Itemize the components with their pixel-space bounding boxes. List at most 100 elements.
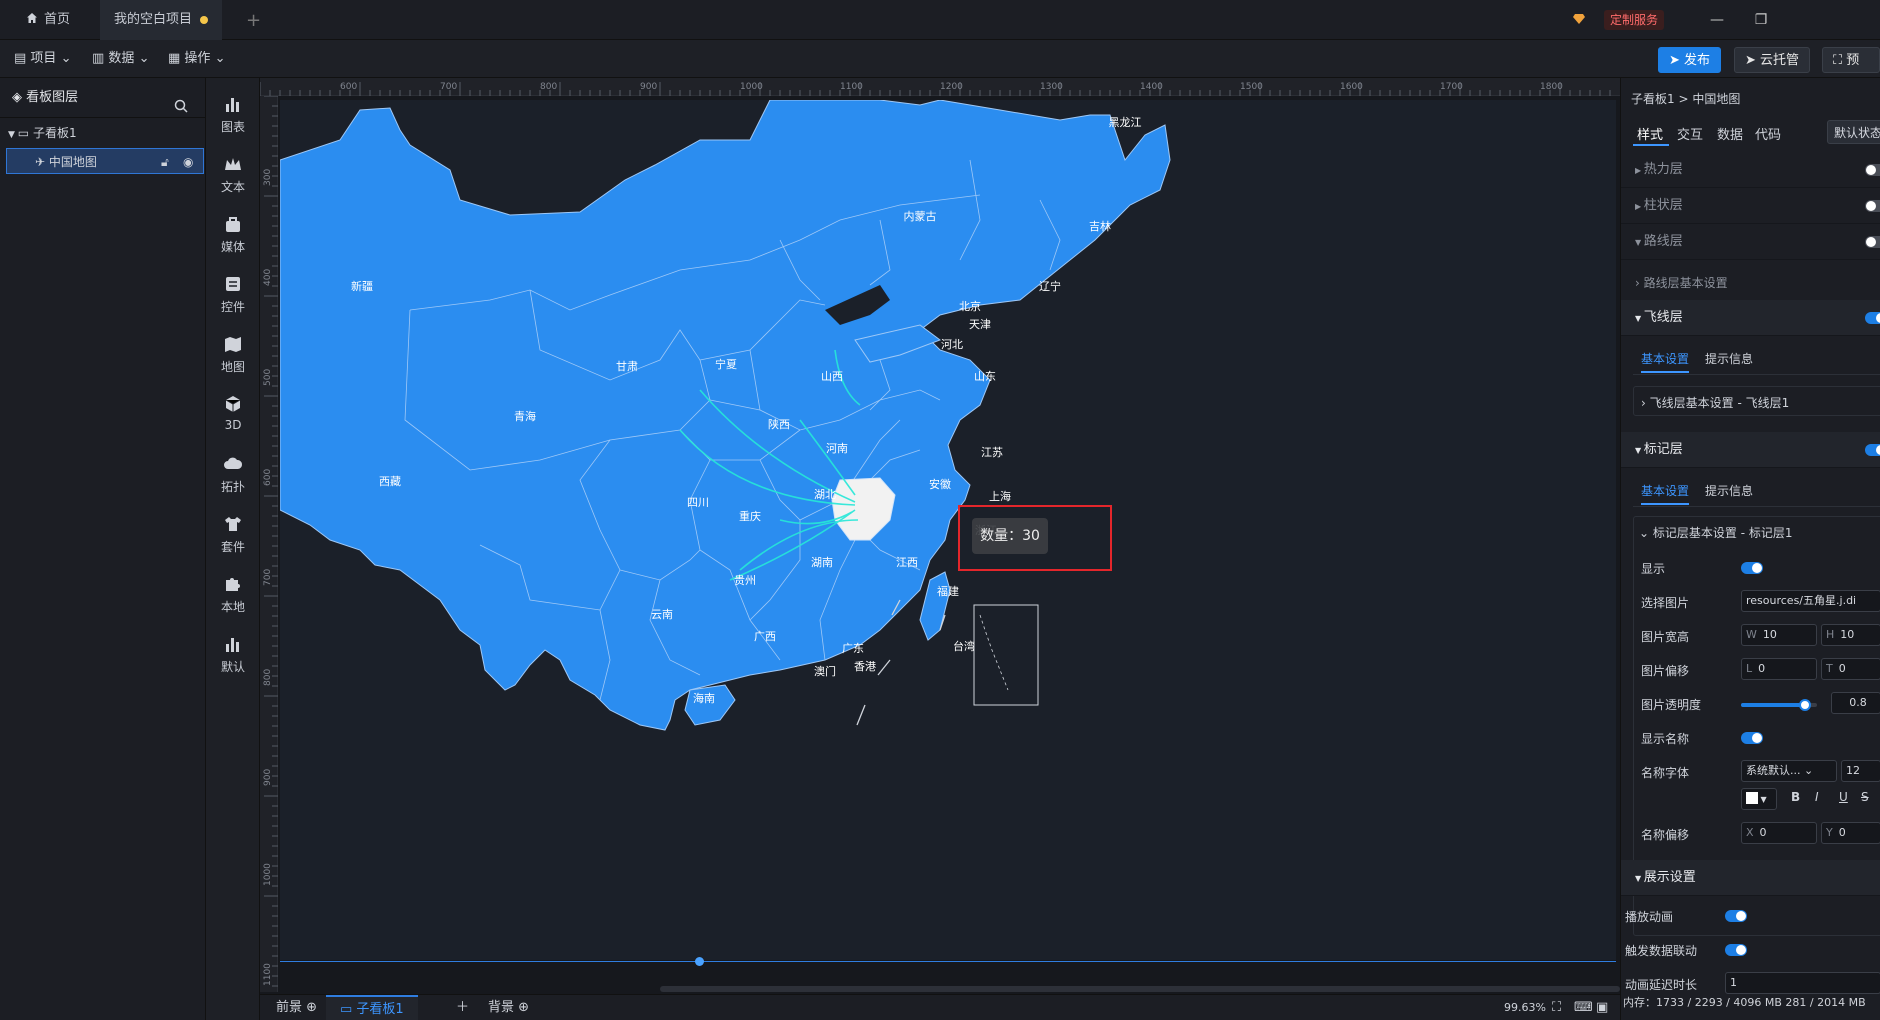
custom-service-button[interactable]: 定制服务 [1603, 10, 1664, 30]
publish-button[interactable]: ➤ 发布 [1658, 47, 1722, 73]
minimize-icon[interactable]: — [1704, 8, 1730, 32]
board-canvas[interactable]: 黑龙江 内蒙古 吉林 辽宁 新疆 北京 天津 河北 甘肃 宁夏 山西 山东 青海 陕西 河南 江苏 西藏 安徽 四川… [280, 100, 1616, 960]
comp-media[interactable]: 媒体 [206, 208, 260, 266]
add-board-icon[interactable]: ＋ [456, 995, 469, 1020]
china-map[interactable]: 黑龙江内蒙古吉林辽宁 新疆北京天津河北甘肃 宁夏山西 山东青海陕西河南 江苏西藏 安徽四川… [280, 100, 1616, 960]
state-button[interactable]: 默认状态 [1827, 120, 1880, 144]
taiwan-island [919, 571, 951, 641]
bold-icon[interactable]: B [1791, 790, 1800, 804]
keyboard-icon[interactable]: ⌨ [1574, 995, 1593, 1020]
width-input[interactable]: W 10 [1741, 624, 1817, 646]
add-circle-icon[interactable]: ⊕ [514, 1000, 529, 1015]
bar-toggle[interactable] [1865, 200, 1880, 212]
fit-screen-icon[interactable]: ⛶ [1552, 995, 1561, 1020]
cloud-host-button[interactable]: ➤ 云托管 [1734, 47, 1811, 73]
marker-subtab-tooltip[interactable]: 提示信息 [1705, 482, 1753, 499]
cube-icon [225, 396, 241, 412]
fly-basic-row[interactable]: › 飞线层基本设置 - 飞线层1 [1641, 394, 1789, 411]
section-route[interactable]: ▼ 路线层 [1621, 224, 1880, 260]
font-color-picker[interactable]: ▼ [1741, 788, 1777, 810]
comp-kit[interactable]: 套件 [206, 508, 260, 566]
trigger-link-toggle[interactable] [1725, 944, 1747, 956]
opacity-input[interactable]: 0.8 [1831, 692, 1880, 714]
province-label: 吉林 [1089, 219, 1111, 233]
province-label: 青海 [514, 409, 536, 423]
route-basic-row[interactable]: › 路线层基本设置 [1635, 274, 1728, 291]
timeline-knob[interactable] [695, 957, 704, 966]
tab-interaction[interactable]: 交互 [1677, 124, 1703, 143]
lock-icon[interactable]: 🔓︎ [161, 149, 169, 175]
offset-t-input[interactable]: T0 [1821, 658, 1880, 680]
layer-item-board[interactable]: ▼ ▭ 子看板1 [0, 120, 206, 146]
add-tab-icon[interactable]: + [246, 10, 261, 31]
ruler-top: 600 700 800 900 1000 1100 1200 1300 1400 1500 1600… [259, 78, 1620, 96]
tab-style[interactable]: 样式 [1637, 124, 1663, 143]
fly-toggle[interactable] [1865, 312, 1880, 324]
section-bar[interactable]: ▶ 柱状层 [1621, 188, 1880, 224]
show-toggle[interactable] [1741, 562, 1763, 574]
terminal-icon[interactable]: ▣ [1596, 995, 1608, 1020]
menu-project[interactable]: ▤ 项目 ⌄ [14, 40, 71, 78]
main-toolbar: ▤ 项目 ⌄ ▥ 数据 ⌄ ▦ 操作 ⌄ ➤ 发布 ➤ 云托管 ⛶ 预览 [0, 40, 1880, 94]
layer-item-china-map[interactable]: ✈ 中国地图 🔓︎ ◉ [6, 148, 204, 174]
tab-board[interactable]: ▭ 子看板1 [326, 995, 418, 1020]
search-icon[interactable] [174, 90, 188, 113]
image-select[interactable]: resources/五角星.j.di [1741, 590, 1880, 612]
province-label: 广东 [842, 642, 864, 655]
name-offset-x-input[interactable]: X0 [1741, 822, 1817, 844]
marker-toggle[interactable] [1865, 444, 1880, 456]
tab-background[interactable]: 背景 ⊕ [488, 995, 529, 1020]
horizontal-scrollbar[interactable] [660, 986, 1620, 992]
delay-input[interactable]: 1 [1725, 972, 1880, 994]
route-toggle[interactable] [1865, 236, 1880, 248]
tab-project[interactable]: 我的空白项目 [100, 0, 223, 40]
tab-data[interactable]: 数据 [1717, 124, 1743, 143]
marker-subtab-basic[interactable]: 基本设置 [1641, 482, 1690, 505]
caret-right-icon: ▶ [1635, 202, 1644, 211]
comp-control[interactable]: 控件 [206, 268, 260, 326]
add-circle-icon[interactable]: ⊕ [302, 1000, 317, 1015]
component-sidebar: 图表 文本 媒体 控件 地图 3D 拓扑 套件 本地 默认 [206, 78, 260, 1020]
province-label: 香港 [854, 660, 876, 673]
province-label: 山西 [821, 370, 843, 383]
italic-icon[interactable]: I [1815, 790, 1819, 804]
name-offset-y-input[interactable]: Y0 [1821, 822, 1880, 844]
marker-basic-row[interactable]: ⌄ 标记层基本设置 - 标记层1 [1639, 524, 1792, 541]
section-heat[interactable]: ▶ 热力层 [1621, 152, 1880, 188]
menu-data[interactable]: ▥ 数据 ⌄ [92, 40, 149, 78]
heat-toggle[interactable] [1865, 164, 1880, 176]
ruler-top-label: 1400 [1140, 82, 1163, 92]
play-anim-toggle[interactable] [1725, 910, 1747, 922]
eye-icon[interactable]: ◉ [183, 149, 193, 175]
comp-3d[interactable]: 3D [206, 388, 260, 446]
menu-operation[interactable]: ▦ 操作 ⌄ [168, 40, 225, 78]
maximize-icon[interactable]: ❐ [1748, 8, 1774, 32]
comp-topology[interactable]: 拓扑 [206, 448, 260, 506]
fly-subtab-tooltip[interactable]: 提示信息 [1705, 350, 1753, 367]
tab-project-label: 我的空白项目 [114, 12, 193, 27]
tab-home[interactable]: 首页 [12, 0, 84, 40]
comp-map[interactable]: 地图 [206, 328, 260, 386]
comp-text[interactable]: 文本 [206, 148, 260, 206]
opacity-slider-knob[interactable] [1799, 699, 1811, 711]
color-swatch [1746, 792, 1758, 804]
strikethrough-icon[interactable]: S [1861, 790, 1869, 804]
offset-l-input[interactable]: L0 [1741, 658, 1817, 680]
section-marker[interactable]: ▼ 标记层 [1621, 432, 1880, 468]
zoom-level[interactable]: 99.63% [1504, 995, 1546, 1020]
comp-default[interactable]: 默认 [206, 628, 260, 686]
section-display[interactable]: ▼ 展示设置 [1621, 860, 1880, 896]
font-select[interactable]: 系统默认... ⌄ [1741, 760, 1837, 782]
height-input[interactable]: H 10 [1821, 624, 1880, 646]
underline-icon[interactable]: U [1839, 790, 1848, 804]
comp-chart[interactable]: 图表 [206, 88, 260, 146]
fly-subtab-basic[interactable]: 基本设置 [1641, 350, 1690, 373]
tab-foreground[interactable]: 前景 ⊕ [276, 995, 317, 1020]
preview-button[interactable]: ⛶ 预览 [1822, 47, 1880, 94]
comp-local[interactable]: 本地 [206, 568, 260, 626]
tab-code[interactable]: 代码 [1755, 124, 1781, 143]
section-fly[interactable]: ▼ 飞线层 [1621, 300, 1880, 336]
tab-home-label: 首页 [44, 12, 71, 27]
show-name-toggle[interactable] [1741, 732, 1763, 744]
font-size-input[interactable]: 12 [1841, 760, 1880, 782]
